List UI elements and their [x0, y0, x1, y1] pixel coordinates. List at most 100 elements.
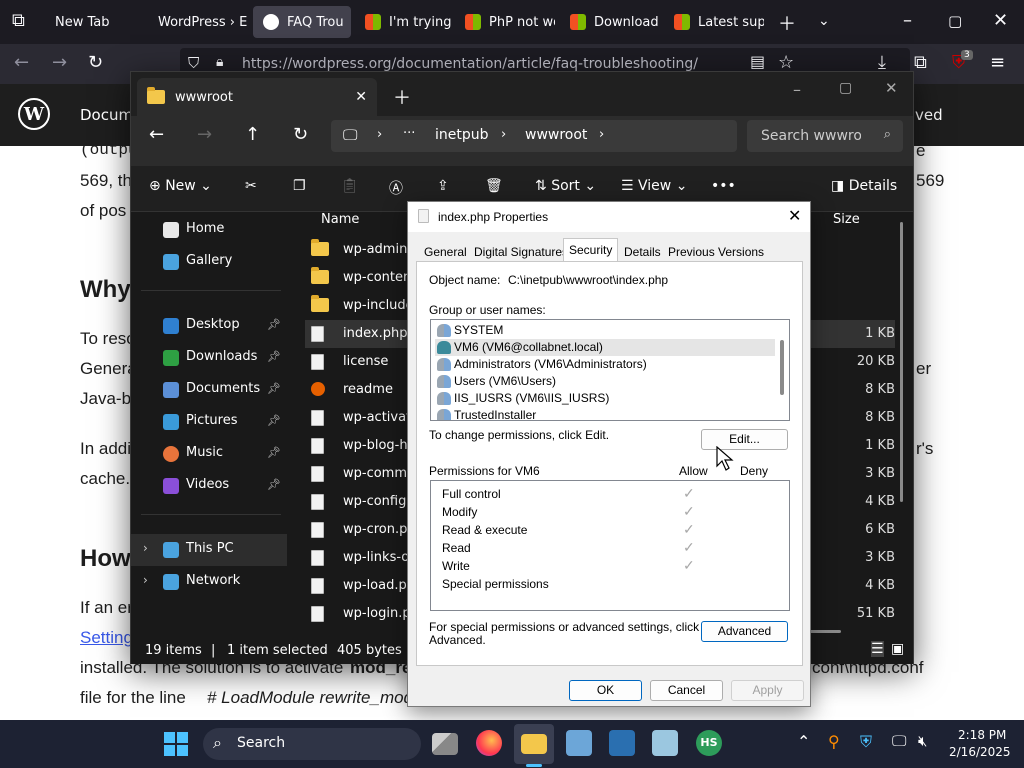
list-tabs-chevron-icon[interactable]: ⌄ [818, 13, 830, 29]
pin-icon[interactable]: 📌︎ [267, 414, 281, 427]
new-tab-icon[interactable]: ＋ [393, 84, 411, 110]
event-viewer-icon[interactable] [609, 730, 635, 756]
tab-details[interactable]: Details [618, 240, 667, 262]
delete-icon[interactable]: 🗑︎ [485, 178, 503, 194]
browser-tab-wordpress-error[interactable]: WordPress › Err [148, 6, 248, 38]
maximize-icon[interactable]: ▢ [948, 12, 962, 30]
refresh-icon[interactable]: ↻ [293, 124, 308, 145]
settings-link[interactable]: Setting [80, 628, 133, 648]
show-hidden-icons-chevron-icon[interactable]: ⌃ [797, 732, 810, 751]
pin-icon[interactable]: 📌︎ [267, 446, 281, 459]
clock-date[interactable]: 2/16/2025 [949, 745, 1011, 759]
nav-item-this-pc[interactable]: › This PC [131, 534, 287, 566]
hs-app-icon[interactable]: HS [696, 730, 722, 756]
file-explorer-icon[interactable] [521, 734, 547, 754]
minimize-icon[interactable]: – [793, 80, 801, 99]
column-header-size[interactable]: Size [833, 212, 860, 227]
apply-button[interactable]: Apply [731, 680, 804, 701]
browser-tab-download[interactable]: Download [560, 6, 660, 38]
close-window-icon[interactable]: ✕ [885, 79, 898, 97]
nav-item-music[interactable]: Music 📌︎ [131, 438, 287, 470]
server-manager-icon[interactable] [566, 730, 592, 756]
nav-item-pictures[interactable]: Pictures 📌︎ [131, 406, 287, 438]
menu-icon[interactable]: ≡ [990, 52, 1005, 73]
chevron-right-icon[interactable]: › [501, 127, 506, 142]
close-tab-icon[interactable]: ✕ [355, 89, 367, 105]
back-icon[interactable]: ← [149, 124, 164, 145]
new-tab-icon[interactable]: ＋ [778, 10, 796, 36]
explorer-address-bar[interactable]: 🖵︎ › ··· inetpub › wwwroot › [331, 120, 737, 152]
taskbar-search[interactable]: ⌕ Search [203, 728, 421, 760]
list-item[interactable]: IIS_IUSRS (VM6\IIS_IUSRS) [435, 390, 775, 407]
edit-button[interactable]: Edit... [701, 429, 788, 450]
back-icon[interactable]: ← [14, 52, 29, 73]
view-button[interactable]: ☰ View ⌄ [621, 178, 687, 194]
cut-icon[interactable]: ✂ [245, 178, 257, 194]
shield-icon[interactable]: ⛉ [188, 54, 199, 72]
reload-icon[interactable]: ↻ [88, 52, 103, 73]
pin-icon[interactable]: 📌︎ [267, 382, 281, 395]
browser-tab-new-tab[interactable]: New Tab [45, 6, 145, 38]
notepad-icon[interactable] [652, 730, 678, 756]
new-button[interactable]: ⊕ New ⌄ [149, 178, 212, 194]
nav-item-gallery[interactable]: Gallery [131, 246, 287, 278]
chevron-right-icon[interactable]: › [599, 127, 604, 142]
wordpress-logo-icon[interactable]: W [18, 98, 50, 130]
explorer-tab-wwwroot[interactable]: wwwroot ✕ [137, 78, 377, 116]
list-item[interactable]: Users (VM6\Users) [435, 373, 775, 390]
defender-shield-icon[interactable]: ⛨ [860, 732, 872, 752]
user-list-scrollbar[interactable] [777, 322, 787, 418]
windows-start-icon[interactable] [164, 732, 188, 756]
chevron-right-icon[interactable]: › [143, 541, 148, 555]
browser-tab-latest-support[interactable]: Latest supp [664, 6, 764, 38]
minimize-icon[interactable]: – [903, 10, 912, 31]
details-pane-button[interactable]: ◨ Details [831, 178, 897, 194]
reader-view-icon[interactable]: ▤ [750, 52, 765, 71]
advanced-button[interactable]: Advanced [701, 621, 788, 642]
nav-item-desktop[interactable]: Desktop 📌︎ [131, 310, 287, 342]
more-options-button[interactable]: ••• [711, 178, 736, 194]
sort-button[interactable]: ⇅ Sort ⌄ [535, 178, 596, 194]
nav-right-fragment[interactable]: ved [915, 106, 943, 124]
up-icon[interactable]: ↑ [245, 124, 260, 145]
rename-icon[interactable]: Ⓐ [389, 178, 403, 198]
volume-muted-icon[interactable]: 🔇︎ [918, 732, 927, 750]
browser-tab-im-trying[interactable]: I'm trying t [355, 6, 455, 38]
close-dialog-icon[interactable]: ✕ [788, 206, 801, 226]
pin-icon[interactable]: 📌︎ [267, 350, 281, 363]
tab-digital-signatures[interactable]: Digital Signatures [468, 240, 574, 262]
scrollbar-thumb[interactable] [780, 340, 784, 395]
list-item-selected[interactable]: VM6 (VM6@collabnet.local) [435, 339, 775, 356]
clock-time[interactable]: 2:18 PM [958, 728, 1006, 742]
search-orange-icon[interactable]: ⚲ [828, 732, 840, 751]
tiles-view-icon[interactable]: ▣ [891, 641, 904, 657]
breadcrumb-inetpub[interactable]: inetpub [435, 127, 489, 143]
lock-icon[interactable]: 🔒︎ [216, 54, 223, 70]
browser-tab-php-not-working[interactable]: PhP not wo [455, 6, 555, 38]
copy-icon[interactable]: ❐ [293, 178, 306, 194]
more-locations-icon[interactable]: ··· [403, 126, 415, 141]
list-item[interactable]: Administrators (VM6\Administrators) [435, 356, 775, 373]
paste-icon[interactable]: 📋︎ [341, 178, 359, 194]
browser-tab-faq-troubleshooting[interactable]: FAQ Trou ✕ [253, 6, 351, 38]
nav-item-videos[interactable]: Videos 📌︎ [131, 470, 287, 502]
maximize-icon[interactable]: ▢ [839, 80, 852, 96]
bookmark-star-icon[interactable]: ☆ [778, 52, 794, 73]
chevron-right-icon[interactable]: › [143, 573, 148, 587]
list-item[interactable]: SYSTEM [435, 322, 775, 339]
firefox-icon[interactable] [476, 730, 502, 756]
list-item[interactable]: TrustedInstaller [435, 407, 775, 420]
ok-button[interactable]: OK [569, 680, 642, 701]
pin-icon[interactable]: 📌︎ [267, 478, 281, 491]
nav-item-network[interactable]: › Network [131, 566, 287, 598]
tab-general[interactable]: General [418, 240, 473, 262]
forward-icon[interactable]: → [197, 124, 212, 145]
network-icon[interactable]: 🖵︎ [892, 732, 906, 750]
tab-overview-icon[interactable]: ⧉ [12, 10, 25, 31]
chevron-right-icon[interactable]: › [377, 127, 382, 142]
downloads-icon[interactable]: ⤓ [878, 52, 886, 73]
explorer-search-box[interactable]: Search wwwroot ⌕ [747, 120, 903, 152]
extensions-icon[interactable]: ⧉ [914, 52, 927, 73]
forward-icon[interactable]: → [52, 52, 67, 73]
nav-item-documents[interactable]: Documents 📌︎ [131, 374, 287, 406]
